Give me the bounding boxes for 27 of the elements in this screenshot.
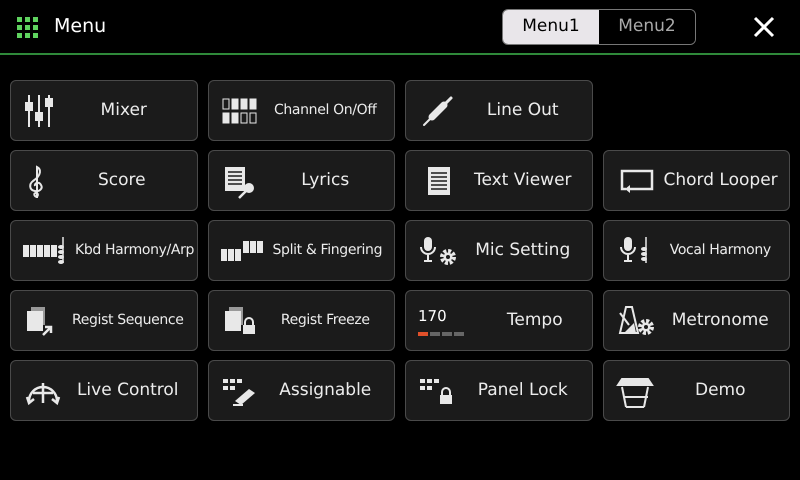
menu-button[interactable]: Assignable <box>208 360 395 421</box>
grid-menu-icon <box>16 16 38 38</box>
menu-button[interactable]: Live Control <box>10 360 198 421</box>
close-icon <box>752 14 776 38</box>
menu-button[interactable]: Chord Looper <box>602 150 790 211</box>
menu-button[interactable]: Kbd Harmony/Arp <box>10 220 198 281</box>
menu-button[interactable]: Lyrics <box>208 150 395 211</box>
menu-button[interactable]: Score <box>10 150 198 211</box>
menu-button[interactable]: Channel On/Off <box>208 80 395 141</box>
close-button[interactable] <box>752 14 776 38</box>
menu-button[interactable]: Panel Lock <box>405 360 592 421</box>
menu-button[interactable]: Mic Setting <box>405 220 592 281</box>
menu-button[interactable]: Metronome <box>602 290 790 351</box>
fader-icon <box>23 92 55 128</box>
menu-button[interactable]: Mixer <box>10 80 198 141</box>
tempo-button[interactable]: 170 Tempo <box>405 290 592 351</box>
menu-button[interactable]: Regist Sequence <box>10 290 198 351</box>
menu-button[interactable]: Regist Freeze <box>208 290 395 351</box>
menu-button[interactable]: Vocal Harmony <box>602 220 790 281</box>
menu-button[interactable]: Split & Fingering <box>208 220 395 281</box>
tempo-value: 170 <box>418 306 447 328</box>
header-title: Menu <box>54 14 106 40</box>
menu-button[interactable]: Demo <box>602 360 790 421</box>
beat-indicator <box>418 332 464 336</box>
menu-button[interactable]: Line Out <box>405 80 592 141</box>
menu-tab[interactable]: Menu1 <box>503 10 599 44</box>
menu-button[interactable]: Text Viewer <box>405 150 592 211</box>
